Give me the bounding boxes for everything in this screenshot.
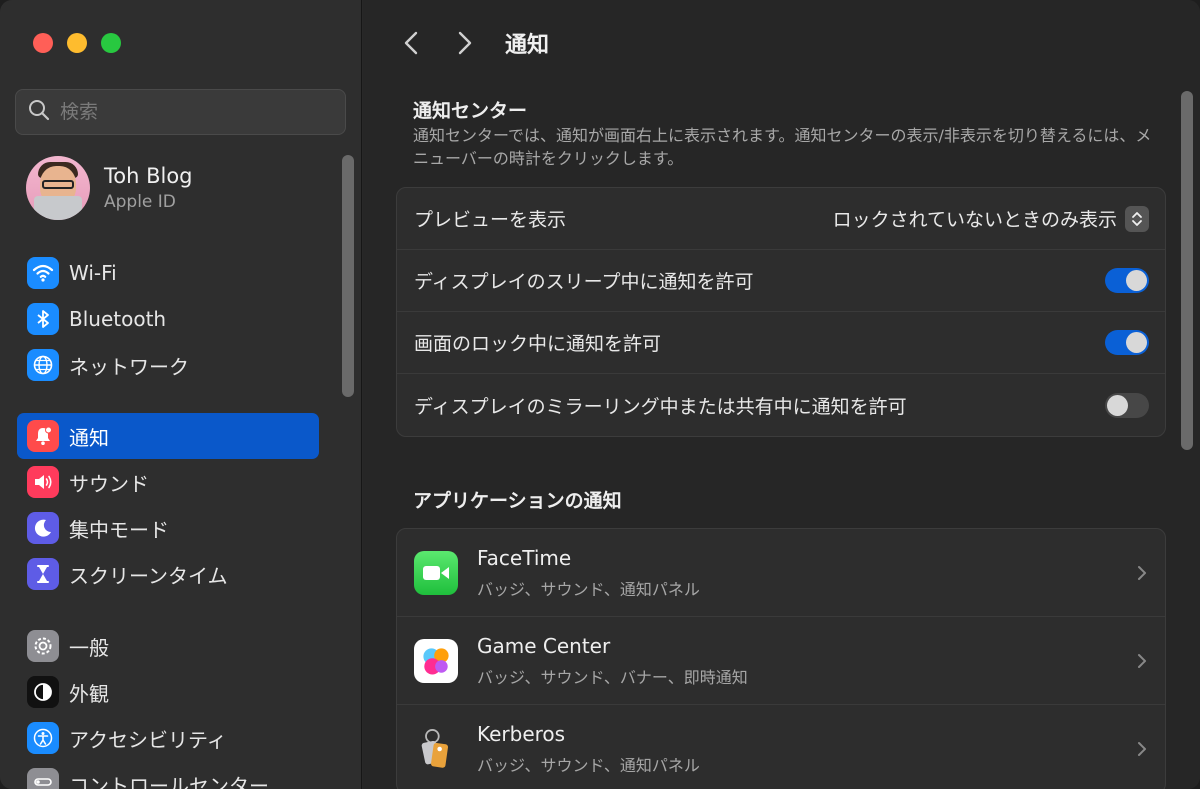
preview-label: プレビューを表示	[414, 209, 567, 231]
app-name: FaceTime	[477, 545, 572, 570]
sidebar-item-label: アクセシビリティ	[69, 727, 227, 752]
main-pane: 通知 通知センター 通知センターでは、通知が画面右上に表示されます。通知センター…	[363, 0, 1200, 789]
app-detail: バッジ、サウンド、通知パネル	[477, 579, 700, 599]
sidebar-item-label: ネットワーク	[69, 354, 189, 379]
sidebar-item-network[interactable]: ネットワーク	[17, 342, 319, 388]
profile-subtitle: Apple ID	[104, 192, 176, 212]
allow-when-mirroring-toggle[interactable]	[1105, 392, 1149, 418]
zoom-window-button[interactable]	[101, 33, 121, 53]
toggle-label: ディスプレイのスリープ中に通知を許可	[414, 271, 754, 293]
appearance-icon	[27, 676, 59, 708]
facetime-icon	[414, 550, 458, 595]
chevron-left-icon	[404, 31, 418, 55]
sidebar-group-network: Wi-Fi Bluetooth ネットワーク	[17, 250, 319, 388]
game-center-icon	[414, 638, 458, 683]
app-notifications-title: アプリケーションの通知	[413, 490, 622, 512]
sidebar-group-general: 一般 外観 アクセシビリティ コントロールセンター	[17, 623, 319, 789]
sidebar-item-screen-time[interactable]: スクリーンタイム	[17, 551, 319, 597]
profile-name: Toh Blog	[104, 164, 193, 188]
search-input[interactable]	[60, 101, 320, 123]
app-name: Kerberos	[477, 722, 566, 746]
close-window-button[interactable]	[33, 33, 53, 53]
sidebar-item-label: コントロールセンター	[69, 773, 269, 789]
app-row-facetime[interactable]: FaceTime バッジ、サウンド、通知パネル	[397, 529, 1165, 617]
notification-center-settings: プレビューを表示 ロックされていないときのみ表示 ディスプレイのスリープ中に通知…	[396, 187, 1166, 437]
minimize-window-button[interactable]	[67, 33, 87, 53]
sidebar-item-appearance[interactable]: 外観	[17, 669, 319, 715]
toggle-row-mirroring: ディスプレイのミラーリング中または共有中に通知を許可	[397, 374, 1165, 436]
sidebar-item-wifi[interactable]: Wi-Fi	[17, 250, 319, 296]
sidebar-item-notifications[interactable]: 通知	[17, 413, 319, 459]
preview-select[interactable]: ロックされていないときのみ表示	[833, 205, 1149, 232]
gear-icon	[27, 630, 59, 662]
search-field[interactable]	[15, 89, 346, 135]
preview-row: プレビューを表示 ロックされていないときのみ表示	[397, 188, 1165, 250]
kerberos-icon	[414, 727, 458, 771]
page-title: 通知	[505, 33, 550, 58]
updown-chevron-icon	[1125, 205, 1149, 232]
back-button[interactable]	[399, 28, 423, 58]
sidebar-item-bluetooth[interactable]: Bluetooth	[17, 296, 319, 342]
bell-icon	[27, 420, 59, 452]
avatar	[26, 156, 90, 220]
sidebar: Toh Blog Apple ID Wi-Fi Bluetooth	[0, 0, 362, 789]
sidebar-item-label: 集中モード	[69, 517, 169, 542]
preview-value: ロックされていないときのみ表示	[832, 209, 1117, 231]
moon-icon	[27, 512, 59, 544]
app-row-kerberos[interactable]: Kerberos バッジ、サウンド、通知パネル	[397, 705, 1165, 789]
app-name: Game Center	[477, 633, 611, 658]
sidebar-item-label: サウンド	[69, 471, 149, 496]
window-controls	[33, 33, 121, 53]
sidebar-item-label: スクリーンタイム	[69, 563, 228, 588]
globe-icon	[27, 349, 59, 381]
allow-when-locked-toggle[interactable]	[1105, 330, 1149, 355]
sidebar-scrollbar[interactable]	[342, 155, 354, 397]
toggle-row-locked: 画面のロック中に通知を許可	[397, 312, 1165, 374]
chevron-right-icon	[1138, 565, 1146, 580]
hourglass-icon	[27, 558, 59, 590]
notification-center-title: 通知センター	[413, 100, 528, 122]
control-center-icon	[27, 768, 59, 789]
main-scrollbar[interactable]	[1181, 91, 1193, 450]
bluetooth-icon	[27, 303, 59, 335]
notification-center-description: 通知センターでは、通知が画面右上に表示されます。通知センターの表示/非表示を切り…	[413, 126, 1152, 168]
sidebar-item-control-center[interactable]: コントロールセンター	[17, 761, 319, 789]
toggle-label: ディスプレイのミラーリング中または共有中に通知を許可	[414, 395, 907, 418]
search-icon	[28, 99, 50, 125]
chevron-right-icon	[1138, 653, 1146, 668]
sidebar-item-label: 外観	[69, 681, 109, 706]
toolbar: 通知	[363, 0, 1200, 86]
app-detail: バッジ、サウンド、通知パネル	[477, 756, 700, 775]
apple-id-profile[interactable]: Toh Blog Apple ID	[26, 156, 193, 220]
sidebar-item-sound[interactable]: サウンド	[17, 459, 319, 505]
settings-window: Toh Blog Apple ID Wi-Fi Bluetooth	[0, 0, 1200, 789]
app-detail: バッジ、サウンド、バナー、即時通知	[477, 667, 748, 687]
sidebar-group-focus: 通知 サウンド 集中モード スクリーンタイム	[17, 413, 319, 597]
sidebar-item-focus[interactable]: 集中モード	[17, 505, 319, 551]
accessibility-icon	[27, 722, 59, 754]
sidebar-item-accessibility[interactable]: アクセシビリティ	[17, 715, 319, 761]
toggle-row-sleep: ディスプレイのスリープ中に通知を許可	[397, 250, 1165, 312]
allow-when-sleeping-toggle[interactable]	[1105, 268, 1149, 293]
sidebar-item-general[interactable]: 一般	[17, 623, 319, 669]
wifi-icon	[27, 257, 59, 289]
chevron-right-icon	[1138, 742, 1146, 756]
sidebar-item-label: Wi-Fi	[69, 261, 117, 285]
chevron-right-icon	[458, 31, 472, 55]
toggle-label: 画面のロック中に通知を許可	[414, 333, 662, 355]
speaker-icon	[27, 466, 59, 498]
sidebar-item-label: 通知	[69, 425, 109, 450]
forward-button[interactable]	[453, 28, 477, 58]
sidebar-item-label: Bluetooth	[69, 307, 167, 331]
app-row-game-center[interactable]: Game Center バッジ、サウンド、バナー、即時通知	[397, 617, 1165, 705]
app-notifications-list: FaceTime バッジ、サウンド、通知パネル Game Center バッジ、…	[396, 528, 1166, 789]
sidebar-item-label: 一般	[69, 635, 109, 660]
